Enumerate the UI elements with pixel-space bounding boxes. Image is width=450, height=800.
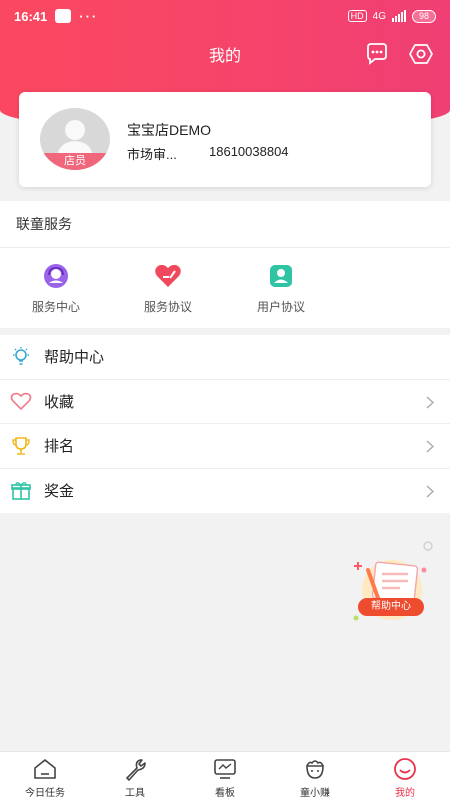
services-row: 服务中心 服务协议 用户协议 [0,248,450,328]
agreement-icon [155,264,181,287]
network-indicator: 4G [372,10,386,22]
floating-help-label: 帮助中心 [358,598,424,616]
chevron-right-icon [426,484,434,498]
menu-item-label: 奖金 [44,483,75,501]
menu-item-ranking[interactable]: 排名 [0,424,450,469]
bag-icon [306,760,324,779]
chevron-right-icon [426,440,434,453]
gift-icon [11,481,31,500]
message-icon[interactable] [364,41,390,67]
tab-tools[interactable]: 工具 [90,752,180,800]
menu-item-label: 帮助中心 [44,349,105,367]
user-role: 市场审... [127,147,177,162]
tab-mine[interactable]: 我的 [360,752,450,800]
settings-icon[interactable] [408,41,434,67]
status-bar: 16:41 ··· HD 4G 98 [0,0,450,32]
tab-kid-earn[interactable]: 童小赚 [270,752,360,800]
floating-help-button[interactable]: 帮助中心 [350,540,438,630]
user-agreement-label: 用户协议 [256,300,305,314]
service-agreement-item[interactable]: 服务协议 [113,262,223,315]
tab-label: 看板 [215,788,235,799]
home-icon [34,758,56,779]
battery-indicator: 98 [411,9,436,23]
user-agreement-item[interactable]: 用户协议 [226,262,336,315]
menu-item-favorites[interactable]: 收藏 [0,380,450,424]
tab-label: 工具 [125,788,145,799]
service-center-item[interactable]: 服务中心 [1,262,111,315]
tab-label: 童小赚 [300,788,330,799]
menu-item-help-center[interactable]: 帮助中心 [0,335,450,380]
avatar[interactable]: 店员 [40,108,110,170]
face-icon [394,758,416,780]
trophy-icon [12,436,30,455]
more-notifications-icon: ··· [79,8,99,24]
menu-item-label: 收藏 [44,393,75,411]
menu-item-label: 排名 [44,438,75,456]
user-agreement-icon [270,265,292,287]
page-title: 我的 [208,48,241,65]
help-document-icon [353,541,433,621]
tab-dashboard[interactable]: 看板 [180,752,270,800]
app-notification-icon [55,9,72,23]
services-section: 联童服务 服务中心 服务协议 用户协议 [0,201,450,328]
wrench-icon [126,759,146,781]
store-name: 宝宝店DEMO [127,122,211,138]
tab-label: 我的 [395,788,415,799]
hd-indicator: HD [347,10,367,22]
service-agreement-label: 服务协议 [143,300,192,314]
menu-item-bonus[interactable]: 奖金 [0,469,450,514]
user-phone: 18610038804 [209,144,289,159]
tab-label: 今日任务 [25,788,65,799]
title-bar: 我的 [0,36,450,72]
role-badge: 店员 [40,153,110,170]
headset-icon [44,264,68,288]
bottom-nav: 今日任务 工具 看板 童小赚 我的 [0,751,450,800]
lightbulb-icon [13,346,29,365]
heart-icon [10,392,32,411]
menu-list: 帮助中心 收藏 排名 奖金 [0,335,450,513]
profile-card[interactable]: 店员 宝宝店DEMO 市场审... 18610038804 [19,92,431,187]
services-title: 联童服务 [0,201,450,248]
service-center-label: 服务中心 [31,300,80,314]
tab-today-tasks[interactable]: 今日任务 [0,752,90,800]
chevron-right-icon [426,395,434,409]
signal-icon [391,10,406,22]
status-time: 16:41 [14,8,48,24]
monitor-icon [214,759,236,779]
